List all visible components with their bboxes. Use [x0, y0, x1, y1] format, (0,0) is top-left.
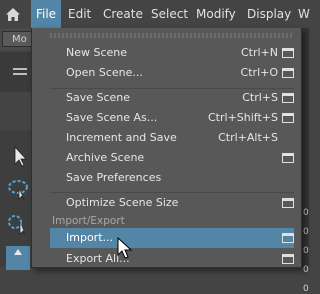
menu-item-label: Increment and Save [66, 131, 177, 144]
menu-item-label: New Scene [66, 46, 128, 59]
menu-item-archive-scene[interactable]: Archive Scene [50, 148, 294, 168]
shortcut-text: Ctrl+O [240, 66, 278, 79]
menu-create[interactable]: Create [103, 0, 143, 28]
menu-item-label: Save Scene As... [66, 111, 158, 124]
paint-select-tool-icon[interactable] [6, 212, 30, 236]
menu-item-save-scene-as[interactable]: Save Scene As... Ctrl+Shift+S [50, 108, 294, 128]
menu-item-label: Archive Scene [66, 151, 145, 164]
menu-item-open-scene[interactable]: Open Scene... Ctrl+O [50, 63, 294, 83]
option-box-icon[interactable] [282, 254, 294, 264]
option-box-icon[interactable] [282, 93, 294, 103]
menu-window[interactable]: W [298, 0, 310, 28]
menu-item-import[interactable]: Import... [50, 228, 294, 248]
move-tool-icon[interactable] [6, 246, 30, 270]
menu-item-label: Save Preferences [66, 171, 162, 184]
menu-file[interactable]: File [31, 0, 61, 28]
option-box-icon[interactable] [282, 113, 294, 123]
menu-item-label: Optimize Scene Size [66, 196, 179, 209]
lasso-tool-icon[interactable] [6, 177, 30, 201]
menu-item-increment-and-save[interactable]: Increment and Save Ctrl+Alt+S [50, 128, 294, 148]
option-box-icon[interactable] [282, 233, 294, 243]
shortcut-text: Ctrl+N [240, 46, 278, 59]
menu-item-label: Open Scene... [66, 66, 143, 79]
option-box-icon[interactable] [282, 68, 294, 78]
option-box-icon[interactable] [282, 48, 294, 58]
menu-bar: File Edit Create Select Modify Display W [0, 0, 310, 28]
menu-select[interactable]: Select [151, 0, 188, 28]
option-box-icon[interactable] [282, 198, 294, 208]
shortcut-text: Ctrl+Alt+S [218, 131, 278, 144]
section-header-import-export: Import/Export [52, 215, 125, 227]
mode-dropdown[interactable]: Mo [2, 31, 32, 47]
menu-item-label: Import... [66, 231, 113, 244]
menu-modify[interactable]: Modify [196, 0, 236, 28]
menu-item-save-preferences[interactable]: Save Preferences [50, 168, 294, 188]
menu-item-label: Save Scene [66, 91, 131, 104]
option-box-icon[interactable] [282, 153, 294, 163]
file-menu-dropdown: New Scene Ctrl+N Open Scene... Ctrl+O Sa… [31, 28, 302, 268]
menu-edit[interactable]: Edit [68, 0, 91, 28]
menu-display[interactable]: Display [247, 0, 291, 28]
toolbox [0, 130, 34, 270]
home-icon[interactable] [2, 3, 24, 25]
menu-item-optimize-scene-size[interactable]: Optimize Scene Size [50, 193, 294, 213]
shortcut-text: Ctrl+Shift+S [208, 111, 278, 124]
menu-item-new-scene[interactable]: New Scene Ctrl+N [50, 43, 294, 63]
mouse-cursor-icon [117, 236, 133, 261]
tear-off-bar[interactable] [50, 33, 293, 38]
menu-item-save-scene[interactable]: Save Scene Ctrl+S [50, 88, 294, 108]
shortcut-text: Ctrl+S [242, 91, 278, 104]
select-tool-icon[interactable] [6, 144, 30, 168]
menu-item-export-all[interactable]: Export All... [50, 249, 294, 269]
